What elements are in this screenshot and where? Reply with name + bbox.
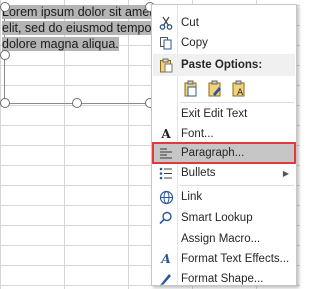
format-shape-icon (156, 271, 176, 287)
menu-item-label: Format Shape... (181, 273, 264, 285)
text-line: dolore magna aliqua. (2, 37, 119, 51)
menu-item-label: Bullets (181, 167, 216, 179)
paste-options-row: A (182, 79, 248, 99)
copy-icon (156, 35, 176, 51)
menu-item-format-text-effects[interactable]: A Format Text Effects... (153, 249, 295, 269)
paragraph-icon (156, 145, 176, 161)
menu-item-label: Font... (181, 128, 214, 140)
text-effects-icon: A (161, 252, 171, 266)
globe-link-icon (156, 189, 176, 205)
paste-keep-formatting-icon[interactable] (182, 79, 200, 99)
submenu-arrow-icon: ▶ (282, 168, 289, 178)
menu-item-label: Copy (181, 37, 208, 49)
blank-icon (156, 106, 176, 122)
menu-item-label: Format Text Effects... (181, 253, 290, 265)
menu-item-bullets[interactable]: Bullets ▶ (153, 163, 295, 183)
menu-item-label: Exit Edit Text (181, 108, 248, 120)
menu-item-exit-edit-text[interactable]: Exit Edit Text (153, 104, 295, 124)
menu-item-paragraph[interactable]: Paragraph... (152, 142, 296, 164)
paste-text-only-icon[interactable]: A (230, 79, 248, 99)
menu-item-smart-lookup[interactable]: Smart Lookup (153, 208, 295, 228)
paste-merge-formatting-icon[interactable] (206, 79, 224, 99)
menu-item-label: Paragraph... (181, 147, 245, 159)
menu-item-font[interactable]: A Font... (153, 124, 295, 144)
menu-item-label: Assign Macro... (181, 233, 261, 245)
menu-item-label: Cut (181, 17, 199, 29)
menu-item-assign-macro[interactable]: Assign Macro... (153, 229, 295, 249)
menu-item-link[interactable]: Link (153, 187, 295, 207)
menu-item-copy[interactable]: Copy (153, 33, 295, 53)
svg-text:A: A (237, 88, 244, 98)
font-icon: A (161, 127, 171, 141)
search-icon (156, 210, 176, 226)
menu-item-label: Link (181, 191, 203, 203)
blank-icon (156, 231, 176, 247)
text-line: elit, sed do eiusmod tempor (2, 21, 156, 35)
context-menu: Cut Copy Paste Options: A Exit Edit Text… (151, 4, 297, 286)
menu-separator (180, 185, 294, 186)
resize-handle-bottom-left[interactable] (0, 98, 10, 108)
clipboard-icon (156, 57, 176, 73)
paste-options-label: Paste Options: (181, 59, 263, 71)
paste-options-header: Paste Options: (153, 54, 295, 76)
resize-handle-left[interactable] (0, 50, 10, 60)
menu-item-cut[interactable]: Cut (153, 13, 295, 33)
resize-handle-top-left[interactable] (0, 2, 10, 12)
menu-item-format-shape[interactable]: Format Shape... (153, 269, 295, 289)
scissors-icon (156, 15, 176, 31)
menu-separator (180, 102, 294, 103)
bullets-icon (156, 165, 176, 181)
text-line: Lorem ipsum dolor sit amet, (2, 5, 157, 19)
menu-item-label: Smart Lookup (181, 212, 253, 224)
resize-handle-bottom[interactable] (72, 98, 82, 108)
